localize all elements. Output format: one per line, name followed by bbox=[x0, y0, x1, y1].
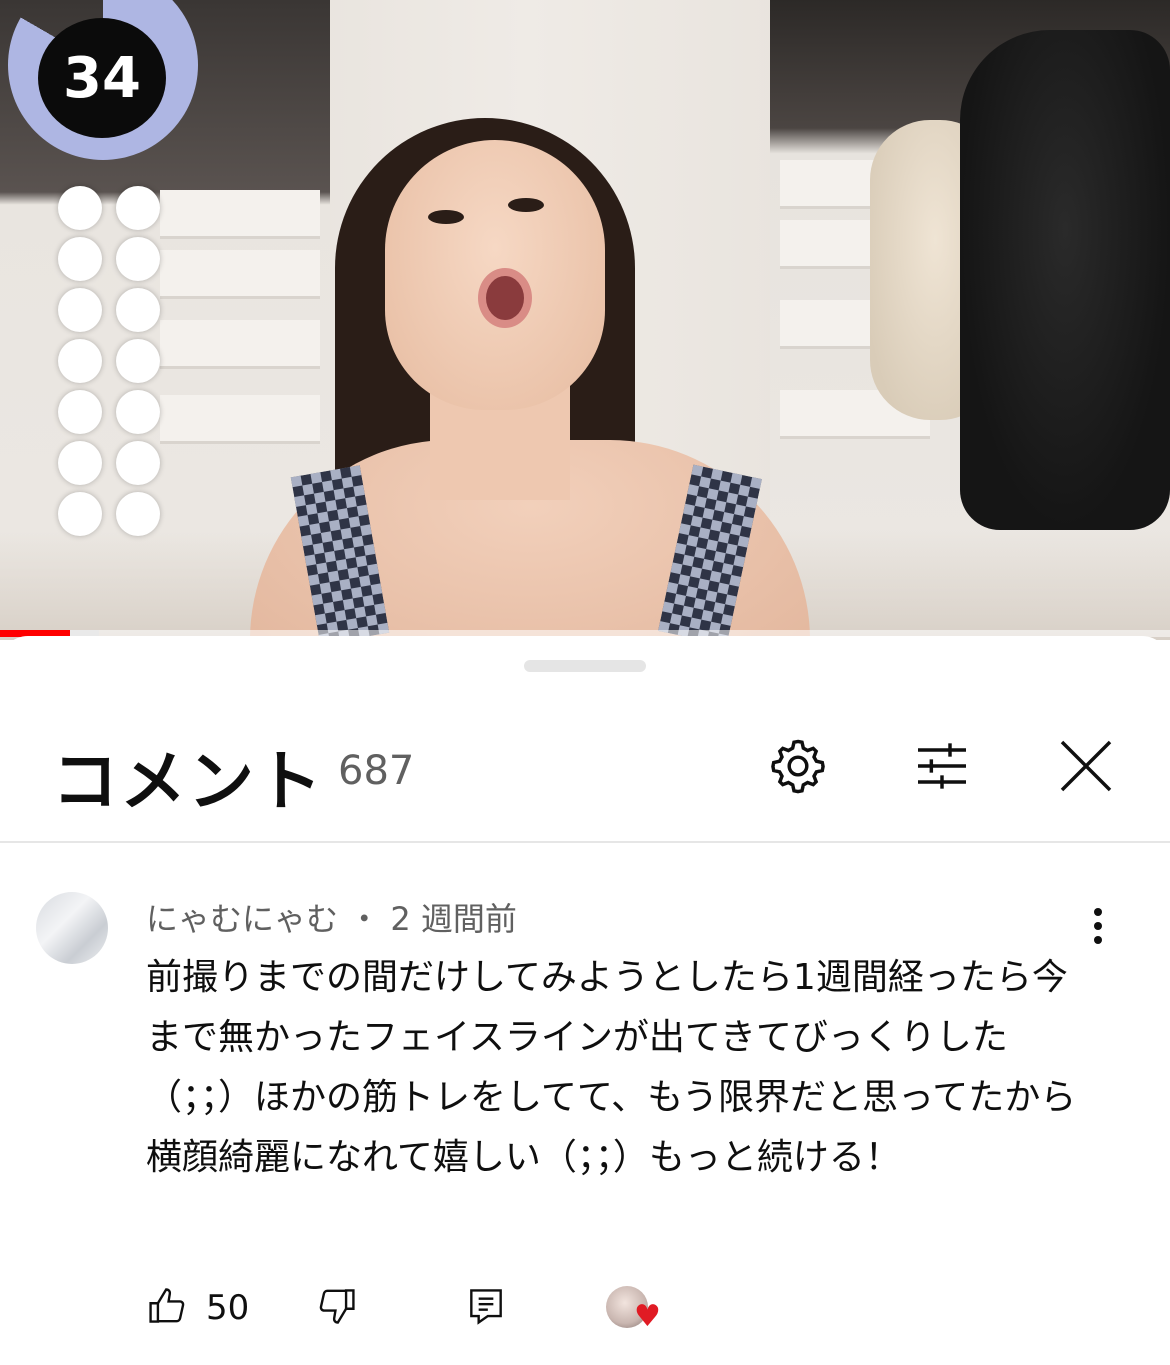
more-options-icon[interactable] bbox=[1080, 908, 1116, 948]
thumbs-down-icon bbox=[319, 1289, 355, 1324]
comment-author[interactable]: にゃむにゃむ bbox=[146, 900, 338, 938]
thumbs-up-icon bbox=[149, 1288, 185, 1323]
gear-icon[interactable] bbox=[766, 734, 830, 798]
comments-count: 687 bbox=[338, 748, 415, 794]
video-player[interactable]: 34 bbox=[0, 0, 1170, 640]
comments-title: コメント bbox=[52, 743, 324, 820]
filter-icon[interactable] bbox=[910, 734, 974, 798]
close-icon[interactable] bbox=[1054, 734, 1118, 798]
creator-heart-icon: ♥ bbox=[634, 1299, 661, 1334]
comment-meta: にゃむにゃむ ・ 2 週間前 bbox=[146, 894, 517, 940]
comments-sheet: コメント 687 にゃむにゃむ ・ 2 週間前 前撮りまでの間だけしてみようとし… bbox=[0, 636, 1170, 1365]
countdown-number: 34 bbox=[38, 18, 166, 138]
comment-time: 2 週間前 bbox=[390, 900, 517, 938]
like-button[interactable] bbox=[146, 1284, 190, 1332]
comment-text: 前撮りまでの間だけしてみようとしたら1週間経ったら今まで無かったフェイスラインが… bbox=[146, 957, 1077, 1178]
header-divider bbox=[0, 841, 1170, 843]
commenter-avatar[interactable] bbox=[36, 892, 108, 964]
black-jacket bbox=[960, 30, 1170, 530]
drag-handle[interactable] bbox=[524, 660, 646, 672]
meta-separator: ・ bbox=[348, 900, 381, 938]
dislike-button[interactable] bbox=[314, 1284, 358, 1332]
person-mouth bbox=[478, 268, 532, 328]
like-count: 50 bbox=[206, 1288, 250, 1328]
reply-button[interactable] bbox=[464, 1284, 508, 1332]
reply-icon bbox=[470, 1289, 502, 1325]
